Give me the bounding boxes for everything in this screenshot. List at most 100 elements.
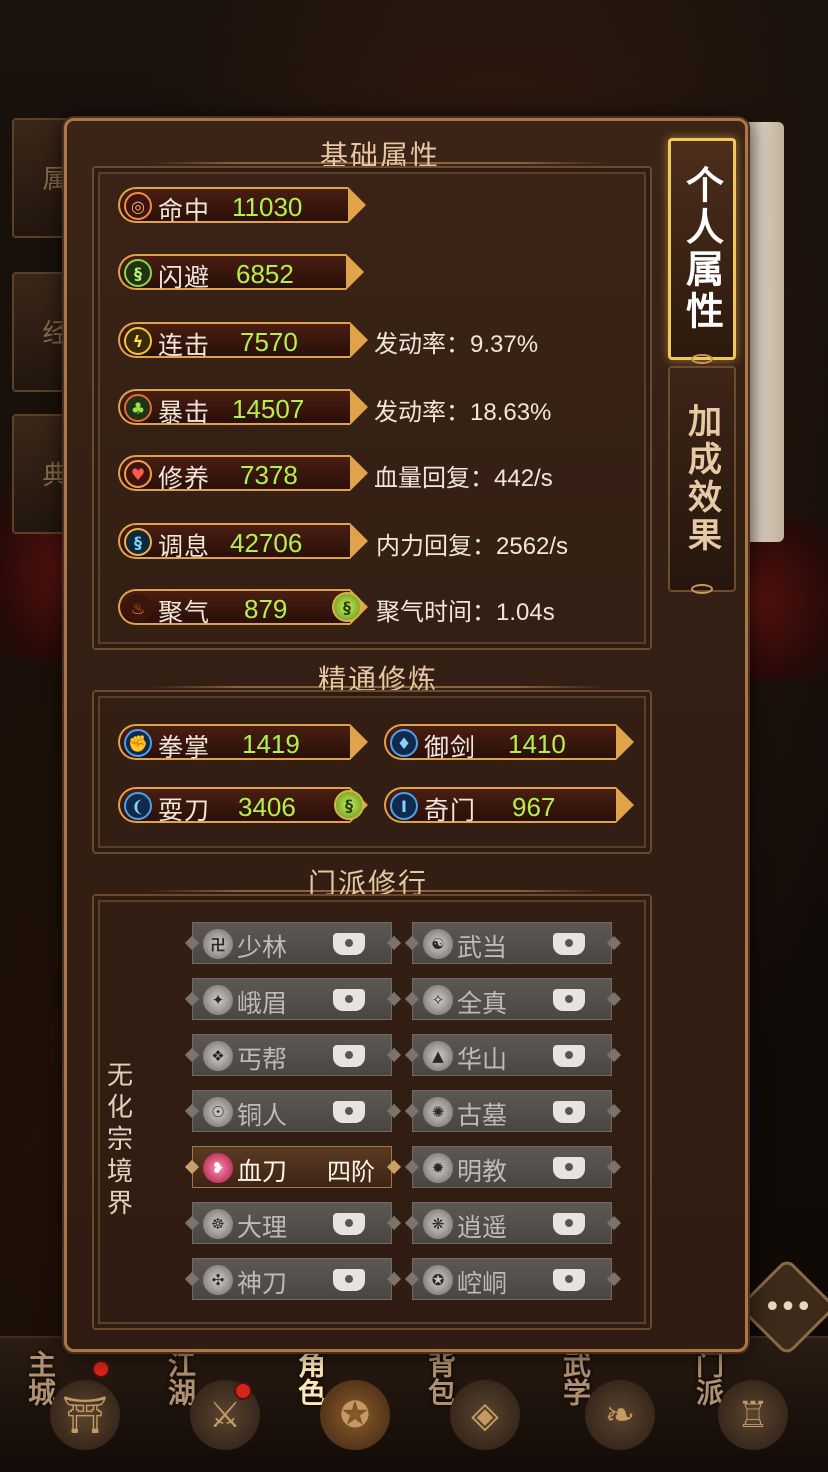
sword-mastery-icon: ♦: [390, 729, 418, 757]
heart-icon: ♥: [124, 460, 152, 488]
lock-icon: [333, 1045, 365, 1067]
nav-sect[interactable]: 门派 ♖: [668, 1340, 798, 1460]
sect-name: 华山: [457, 1045, 508, 1074]
tab-personal-attributes[interactable]: 个人属性: [668, 138, 736, 360]
sect-cell-tomb[interactable]: ✺ 古墓: [404, 1090, 622, 1132]
sect-cell-divine-blade[interactable]: ✣ 神刀: [184, 1258, 402, 1300]
mastery-rod[interactable]: I 奇门 967: [384, 787, 634, 825]
sect-name: 大理: [237, 1213, 288, 1242]
mastery-fist[interactable]: ✊ 拳掌 1419: [118, 724, 368, 762]
wudang-icon: ☯: [423, 929, 453, 959]
lock-icon: [553, 933, 585, 955]
stat-value: 6852: [236, 259, 294, 289]
rod-icon: I: [390, 792, 418, 820]
sect-level: 四阶: [327, 1158, 375, 1186]
tab-ornament: [691, 354, 713, 364]
tab-bonus-effects[interactable]: 加成效果: [668, 366, 736, 592]
sect-name: 神刀: [237, 1269, 288, 1298]
cauldron-icon: ♖: [718, 1380, 788, 1450]
stat-row-crit[interactable]: ♣ 暴击 14507: [118, 389, 368, 427]
mingjiao-icon: ✹: [423, 1153, 453, 1183]
mastery-value: 1419: [242, 729, 300, 759]
sect-name: 逍遥: [457, 1213, 508, 1242]
lock-icon: [553, 1269, 585, 1291]
dodge-icon: §: [124, 259, 152, 287]
sect-name: 铜人: [237, 1101, 288, 1130]
mastery-value: 1410: [508, 729, 566, 759]
huashan-icon: ▲: [423, 1041, 453, 1071]
lightning-icon: ϟ: [124, 327, 152, 355]
stat-extra-label: 内力回复：: [376, 532, 496, 560]
sect-cell-quanzhen[interactable]: ✧ 全真: [404, 978, 622, 1020]
stat-value: 11030: [232, 192, 303, 222]
stat-name: 连击: [158, 331, 211, 360]
lock-icon: [333, 1269, 365, 1291]
nav-character[interactable]: 角色 ✪: [270, 1340, 400, 1460]
stat-row-gather[interactable]: ♨ 聚气 879: [118, 589, 368, 627]
jade-badge-icon: §: [332, 592, 362, 622]
stat-name: 命中: [158, 196, 211, 225]
stat-row-hit[interactable]: ◎ 命中 11030: [118, 187, 366, 225]
sect-cell-mingjiao[interactable]: ✹ 明教: [404, 1146, 622, 1188]
sect-cell-emei[interactable]: ✦ 峨眉: [184, 978, 402, 1020]
divine-blade-icon: ✣: [203, 1265, 233, 1295]
xiaoyao-icon: ❋: [423, 1209, 453, 1239]
nav-main-city[interactable]: 主城 ⛩: [0, 1340, 130, 1460]
sect-cell-shaolin[interactable]: 卍 少林: [184, 922, 402, 964]
stat-value: 7378: [240, 460, 298, 490]
stat-extra-label: 血量回复：: [374, 464, 494, 492]
sect-cell-kongtong[interactable]: ✪ 崆峒: [404, 1258, 622, 1300]
lock-icon: [553, 1213, 585, 1235]
lock-icon: [553, 1101, 585, 1123]
mastery-sword[interactable]: ♦ 御剑 1410: [384, 724, 634, 762]
sect-name: 血刀: [237, 1157, 288, 1186]
stat-extra-crit: 发动率：18.63%: [374, 392, 551, 427]
sect-cell-xiaoyao[interactable]: ❋ 逍遥: [404, 1202, 622, 1244]
sect-cell-blood-blade[interactable]: ❥ 血刀 四阶: [184, 1146, 402, 1188]
fire-icon: ♨: [124, 594, 152, 622]
sect-name: 少林: [237, 933, 288, 962]
tab-ornament: [691, 584, 713, 594]
nav-jianghu[interactable]: 江湖 ⚔: [140, 1340, 270, 1460]
palace-icon: ⛩: [50, 1380, 120, 1450]
stat-extra-combo: 发动率：9.37%: [374, 324, 538, 359]
mastery-section-box: [92, 690, 652, 854]
emei-icon: ✦: [203, 985, 233, 1015]
nav-martial-arts[interactable]: 武学 ❧: [535, 1340, 665, 1460]
stat-value: 14507: [232, 394, 305, 424]
chat-bubble-icon: •••: [763, 1289, 812, 1325]
stat-extra-value: 1.04s: [496, 599, 555, 626]
stat-name: 闪避: [158, 263, 211, 292]
sect-cell-beggar[interactable]: ❖ 丐帮: [184, 1034, 402, 1076]
stat-extra-value: 9.37%: [470, 331, 539, 358]
bag-icon: ◈: [450, 1380, 520, 1450]
mastery-value: 967: [512, 792, 556, 822]
stat-row-breathing[interactable]: § 调息 42706: [118, 523, 368, 561]
mastery-blade[interactable]: ❨ 耍刀 3406: [118, 787, 368, 825]
stat-name: 暴击: [158, 398, 211, 427]
scroll-icon: ❧: [585, 1380, 655, 1450]
fist-icon: ✊: [124, 729, 152, 757]
nav-character-notification-dot: [234, 1382, 252, 1400]
dali-icon: ☸: [203, 1209, 233, 1239]
stat-row-cultivation[interactable]: ♥ 修养 7378: [118, 455, 368, 493]
stat-name: 调息: [158, 532, 211, 561]
sect-cell-wudang[interactable]: ☯ 武当: [404, 922, 622, 964]
realm-label: 无化宗境界: [106, 1061, 133, 1219]
bronze-icon: ☉: [203, 1097, 233, 1127]
nav-bag[interactable]: 背包 ◈: [400, 1340, 530, 1460]
stat-name: 修养: [158, 464, 211, 493]
sect-cell-bronze[interactable]: ☉ 铜人: [184, 1090, 402, 1132]
stat-extra-gather: 聚气时间：1.04s: [376, 592, 555, 627]
stat-extra-breathing: 内力回复：2562/s: [376, 526, 568, 561]
sect-cell-huashan[interactable]: ▲ 华山: [404, 1034, 622, 1076]
sect-cell-dali[interactable]: ☸ 大理: [184, 1202, 402, 1244]
lock-icon: [333, 1101, 365, 1123]
stat-row-combo[interactable]: ϟ 连击 7570: [118, 322, 368, 360]
stat-row-dodge[interactable]: § 闪避 6852: [118, 254, 364, 292]
blade-icon: ❨: [124, 792, 152, 820]
quanzhen-icon: ✧: [423, 985, 453, 1015]
mastery-name: 御剑: [424, 733, 477, 762]
breath-icon: §: [124, 528, 152, 556]
sect-name: 峨眉: [237, 989, 288, 1018]
